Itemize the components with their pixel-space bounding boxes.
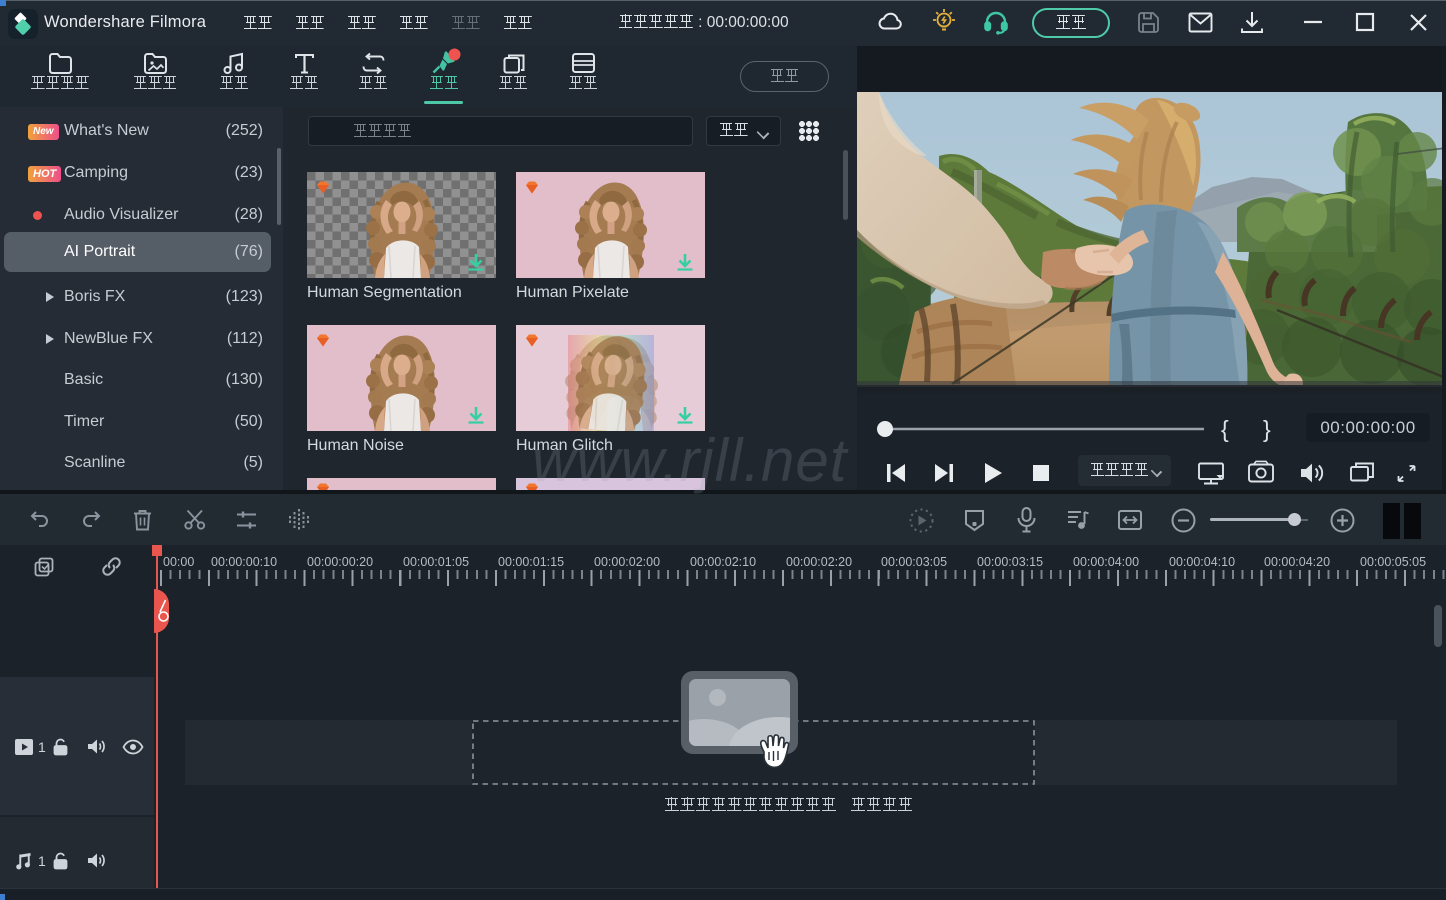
svg-text:{: { — [1221, 416, 1229, 442]
svg-text:}: } — [1263, 416, 1271, 442]
